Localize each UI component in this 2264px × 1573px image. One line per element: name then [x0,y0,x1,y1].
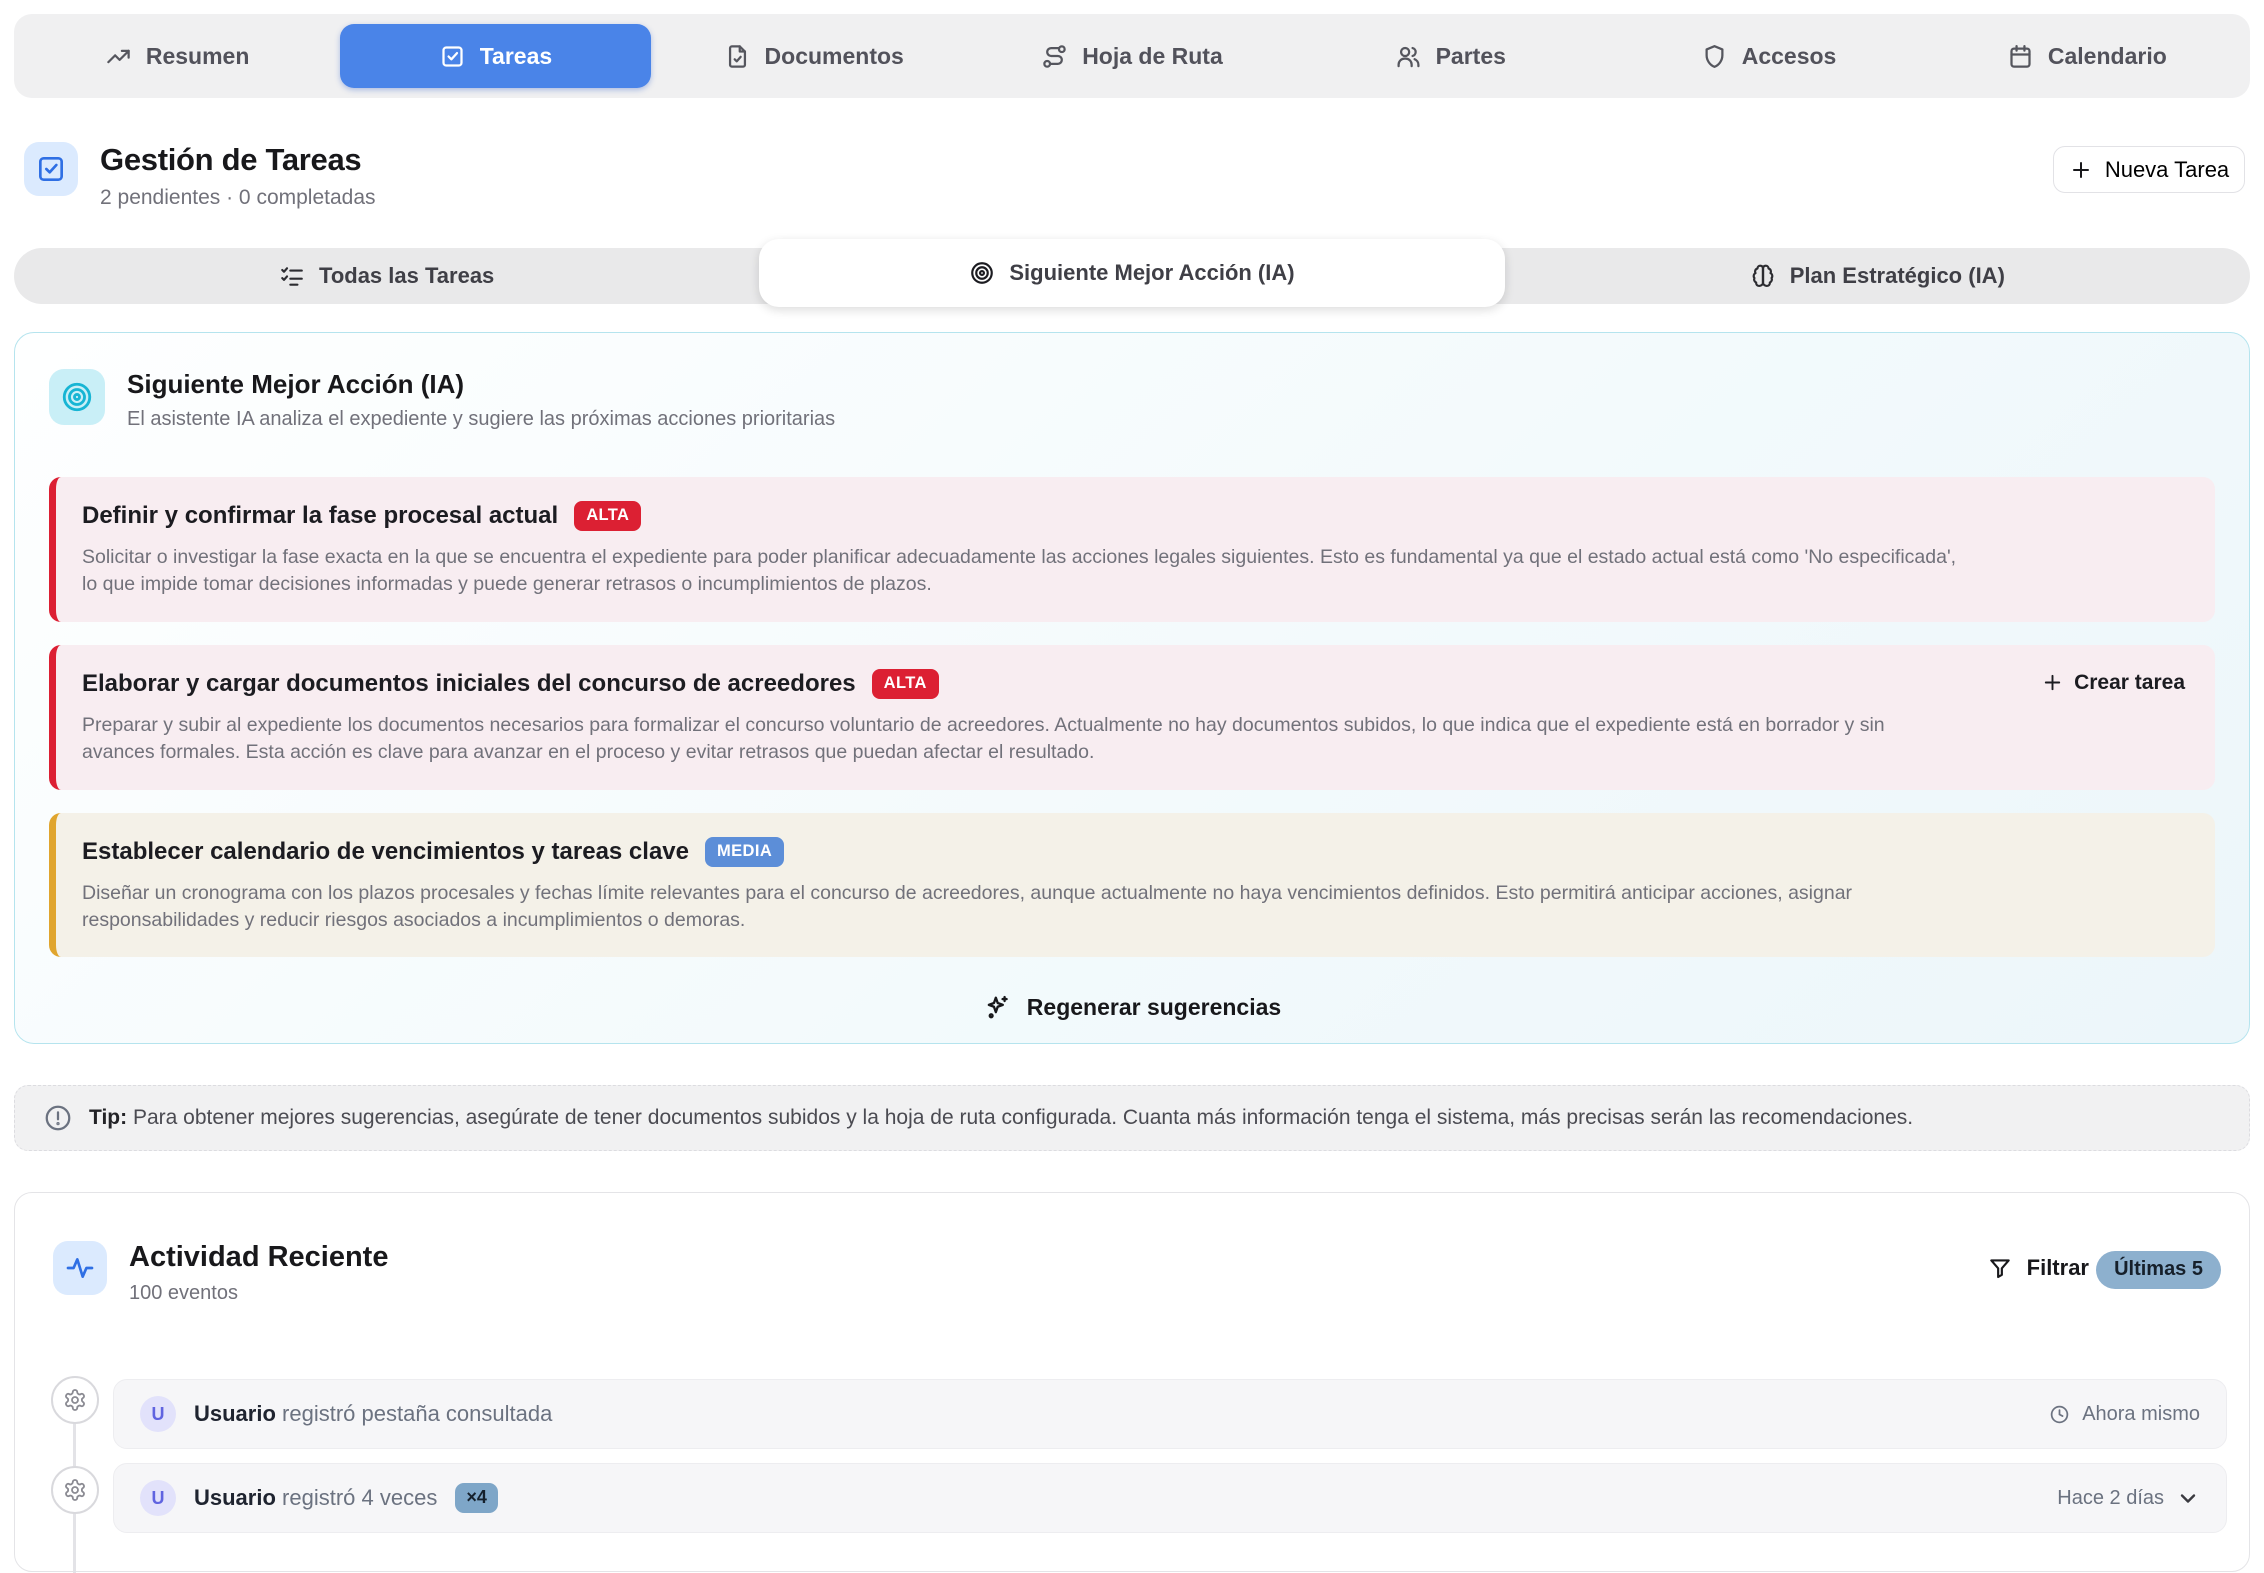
suggestion-card[interactable]: Definir y confirmar la fase procesal act… [49,477,2215,622]
suggestion-title: Definir y confirmar la fase procesal act… [82,502,558,530]
gear-icon [51,1376,99,1424]
activity-event-row[interactable]: U Usuario registró pestaña consultada Ah… [113,1379,2227,1449]
suggestion-card[interactable]: Elaborar y cargar documentos iniciales d… [49,645,2215,790]
ai-suggestions-panel: Siguiente Mejor Acción (IA) El asistente… [14,332,2250,1044]
ai-panel-title: Siguiente Mejor Acción (IA) [127,369,835,400]
view-tab-plan-estrategico[interactable]: Plan Estratégico (IA) [1505,248,2250,304]
tab-label: Partes [1436,43,1506,70]
activity-icon-box [53,1241,107,1295]
shield-icon [1701,43,1728,70]
trending-up-icon [105,43,132,70]
regenerate-suggestions-button[interactable]: Regenerar sugerencias [965,983,1299,1031]
plus-icon [2069,158,2093,182]
tab-resumen[interactable]: Resumen [22,24,332,88]
brain-icon [1750,263,1776,289]
ai-panel-subtitle: El asistente IA analiza el expediente y … [127,408,835,431]
list-checks-icon [279,263,305,289]
create-task-button[interactable]: Crear tarea [2041,671,2185,695]
tab-label: Hoja de Ruta [1082,43,1223,70]
tab-documentos[interactable]: Documentos [659,24,969,88]
activity-title: Actividad Reciente [129,1241,388,1274]
tab-partes[interactable]: Partes [1295,24,1605,88]
priority-badge: ALTA [872,669,939,699]
view-tab-siguiente-mejor-accion[interactable]: Siguiente Mejor Acción (IA) [759,239,1504,307]
target-icon [969,260,995,286]
tab-label: Resumen [146,43,250,70]
target-icon [60,380,94,414]
activity-pulse-icon [64,1252,96,1284]
calendar-icon [2007,43,2034,70]
event-time: Ahora mismo [2082,1403,2200,1426]
tab-label: Tareas [480,43,552,70]
ai-target-icon-box [49,369,105,425]
plus-icon [2041,671,2064,694]
tab-accesos[interactable]: Accesos [1613,24,1923,88]
filter-button[interactable]: Filtrar [1987,1255,2089,1281]
suggestion-description: Diseñar un cronograma con los plazos pro… [82,880,1962,934]
check-square-icon [439,43,466,70]
tasks-header-icon-box [24,142,78,196]
suggestion-title: Elaborar y cargar documentos iniciales d… [82,670,856,698]
tab-calendario[interactable]: Calendario [1932,24,2242,88]
tip-text: Para obtener mejores sugerencias, asegúr… [133,1106,1913,1129]
info-circle-icon [43,1103,73,1133]
check-square-icon [35,153,67,185]
user-avatar: U [140,1480,176,1516]
last-events-badge: Últimas 5 [2096,1251,2221,1289]
users-icon [1395,43,1422,70]
tip-banner: Tip: Para obtener mejores sugerencias, a… [14,1085,2250,1151]
recent-activity-panel: Actividad Reciente 100 eventos Filtrar Ú… [14,1192,2250,1572]
route-icon [1041,43,1068,70]
priority-badge: MEDIA [705,837,784,867]
view-tab-todas-las-tareas[interactable]: Todas las Tareas [14,248,759,304]
funnel-icon [1987,1255,2013,1281]
top-tab-bar: Resumen Tareas Documentos Hoja de Ruta P… [14,14,2250,98]
tab-label: Calendario [2048,43,2167,70]
chevron-down-icon[interactable] [2176,1486,2200,1510]
suggestion-card[interactable]: Establecer calendario de vencimientos y … [49,813,2215,958]
tab-label: Documentos [765,43,904,70]
tab-hoja-de-ruta[interactable]: Hoja de Ruta [977,24,1287,88]
tab-label: Accesos [1742,43,1837,70]
suggestion-description: Preparar y subir al expediente los docum… [82,712,1902,766]
tip-label: Tip: [89,1106,127,1129]
clock-icon [2049,1404,2070,1425]
page-title: Gestión de Tareas [100,142,376,178]
suggestion-description: Solicitar o investigar la fase exacta en… [82,544,1962,598]
page-header: Gestión de Tareas 2 pendientes · 0 compl… [24,142,376,210]
activity-event-row[interactable]: U Usuario registró 4 veces ×4 Hace 2 día… [113,1463,2227,1533]
sparkles-icon [983,993,1011,1021]
task-counts: 2 pendientes · 0 completadas [100,186,376,210]
event-count-badge: ×4 [455,1483,498,1513]
event-time: Hace 2 días [2057,1487,2164,1510]
new-task-button[interactable]: Nueva Tarea [2053,146,2245,193]
view-switcher: Todas las Tareas Siguiente Mejor Acción … [14,248,2250,304]
suggestion-title: Establecer calendario de vencimientos y … [82,838,689,866]
user-avatar: U [140,1396,176,1432]
activity-count: 100 eventos [129,1282,388,1305]
tab-tareas[interactable]: Tareas [340,24,650,88]
priority-badge: ALTA [574,501,641,531]
file-check-icon [724,43,751,70]
gear-icon [51,1466,99,1514]
